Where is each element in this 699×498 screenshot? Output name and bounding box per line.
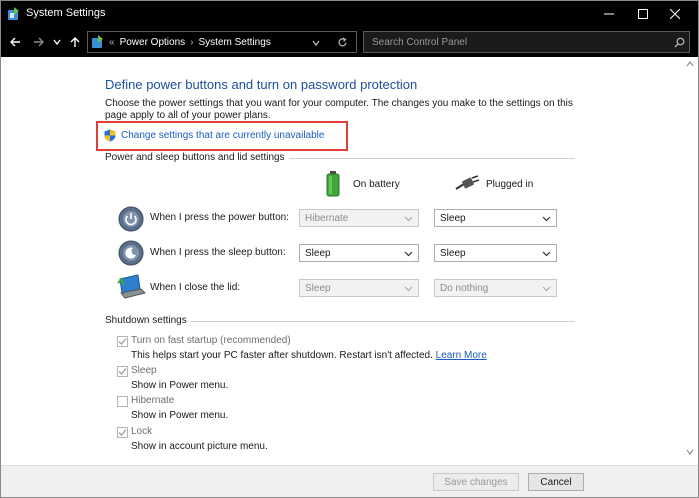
address-bar[interactable]: « Power Options › System Settings <box>87 31 357 53</box>
recent-locations-button[interactable] <box>52 34 62 50</box>
cancel-button[interactable]: Cancel <box>528 473 584 491</box>
power-button-battery-select[interactable]: Hibernate <box>299 209 419 227</box>
plugged-in-header: Plugged in <box>454 175 533 193</box>
fast-startup-desc-text: This helps start your PC faster after sh… <box>131 350 433 361</box>
maximize-icon <box>638 9 648 19</box>
on-battery-header: On battery <box>326 171 400 197</box>
plugged-in-label: Plugged in <box>486 178 534 190</box>
scroll-down-icon[interactable] <box>684 447 696 457</box>
address-dropdown-icon[interactable] <box>312 39 320 47</box>
power-button-icon <box>118 206 144 232</box>
close-icon <box>670 9 680 19</box>
lock-option-desc: Show in account picture menu. <box>131 441 268 452</box>
checkmark-icon <box>118 338 127 345</box>
page-description: Choose the power settings that you want … <box>105 98 573 121</box>
navigation-bar: « Power Options › System Settings <box>1 27 698 57</box>
sleep-option-label: Sleep <box>131 365 157 376</box>
forward-arrow-icon <box>34 37 44 47</box>
search-icon[interactable] <box>674 37 685 48</box>
title-bar: System Settings <box>1 1 698 27</box>
breadcrumb-system-settings[interactable]: System Settings <box>199 37 271 48</box>
power-button-label: When I press the power button: <box>150 212 289 223</box>
select-value: Sleep <box>440 212 466 224</box>
sleep-checkbox[interactable] <box>117 366 128 377</box>
hibernate-checkbox[interactable] <box>117 396 128 407</box>
checkmark-icon <box>118 429 127 436</box>
change-settings-highlight: Change settings that are currently unava… <box>96 121 348 151</box>
minimize-icon <box>604 13 614 15</box>
sleep-button-plugged-select[interactable]: Sleep <box>434 244 557 262</box>
breadcrumb-power-options[interactable]: Power Options <box>120 37 186 48</box>
back-arrow-icon <box>10 37 20 47</box>
sleep-button-label: When I press the sleep button: <box>150 247 286 258</box>
battery-icon <box>326 171 340 197</box>
back-button[interactable] <box>7 34 23 50</box>
hibernate-option-desc: Show in Power menu. <box>131 410 229 421</box>
select-value: Sleep <box>440 247 466 259</box>
fast-startup-checkbox[interactable] <box>117 336 128 347</box>
lock-option-label: Lock <box>131 426 153 437</box>
select-value: Sleep <box>305 282 331 294</box>
chevron-down-icon <box>542 251 551 257</box>
close-button[interactable] <box>653 1 697 27</box>
learn-more-link[interactable]: Learn More <box>436 350 487 361</box>
lock-checkbox[interactable] <box>117 427 128 438</box>
up-arrow-icon <box>70 37 80 47</box>
fast-startup-desc: This helps start your PC faster after sh… <box>131 350 487 361</box>
sleep-option-desc: Show in Power menu. <box>131 380 229 391</box>
dialog-footer: Save changes Cancel <box>1 465 698 497</box>
checkmark-icon <box>118 368 127 375</box>
uac-shield-icon <box>104 129 116 142</box>
search-box[interactable] <box>363 31 690 53</box>
control-panel-icon <box>92 35 103 48</box>
chevron-down-icon <box>542 216 551 222</box>
system-settings-window: System Settings « Power Options › System… <box>0 0 699 498</box>
refresh-icon[interactable] <box>337 37 348 48</box>
save-changes-button[interactable]: Save changes <box>433 473 519 491</box>
power-button-plugged-select[interactable]: Sleep <box>434 209 557 227</box>
breadcrumb-overflow[interactable]: « <box>109 37 115 48</box>
close-lid-plugged-select[interactable]: Do nothing <box>434 279 557 297</box>
scroll-up-icon[interactable] <box>684 59 696 69</box>
window-title: System Settings <box>26 7 106 19</box>
select-value: Hibernate <box>305 212 349 224</box>
select-value: Sleep <box>305 247 331 259</box>
main-content: Define power buttons and turn on passwor… <box>1 57 698 465</box>
select-value: Do nothing <box>440 282 489 294</box>
sleep-button-battery-select[interactable]: Sleep <box>299 244 419 262</box>
close-lid-battery-select[interactable]: Sleep <box>299 279 419 297</box>
shutdown-section-title: Shutdown settings <box>105 315 191 326</box>
breadcrumb-separator: › <box>190 36 194 48</box>
close-lid-label: When I close the lid: <box>150 282 241 293</box>
chevron-down-icon <box>404 216 413 222</box>
control-panel-app-icon <box>8 7 19 20</box>
sleep-button-icon <box>118 240 144 266</box>
search-input[interactable] <box>370 35 660 49</box>
chevron-down-icon <box>404 286 413 292</box>
forward-button[interactable] <box>31 34 47 50</box>
page-title: Define power buttons and turn on passwor… <box>105 77 418 92</box>
laptop-lid-icon <box>117 274 146 299</box>
up-button[interactable] <box>67 34 83 50</box>
chevron-down-icon <box>404 251 413 257</box>
change-settings-link[interactable]: Change settings that are currently unava… <box>104 129 324 142</box>
chevron-down-icon <box>53 39 61 46</box>
on-battery-label: On battery <box>353 178 400 190</box>
power-plug-icon <box>455 175 480 190</box>
change-settings-link-text[interactable]: Change settings that are currently unava… <box>121 130 324 141</box>
hibernate-option-label: Hibernate <box>131 395 175 406</box>
power-section-title: Power and sleep buttons and lid settings <box>105 152 289 163</box>
fast-startup-label: Turn on fast startup (recommended) <box>131 335 291 346</box>
chevron-down-icon <box>542 286 551 292</box>
